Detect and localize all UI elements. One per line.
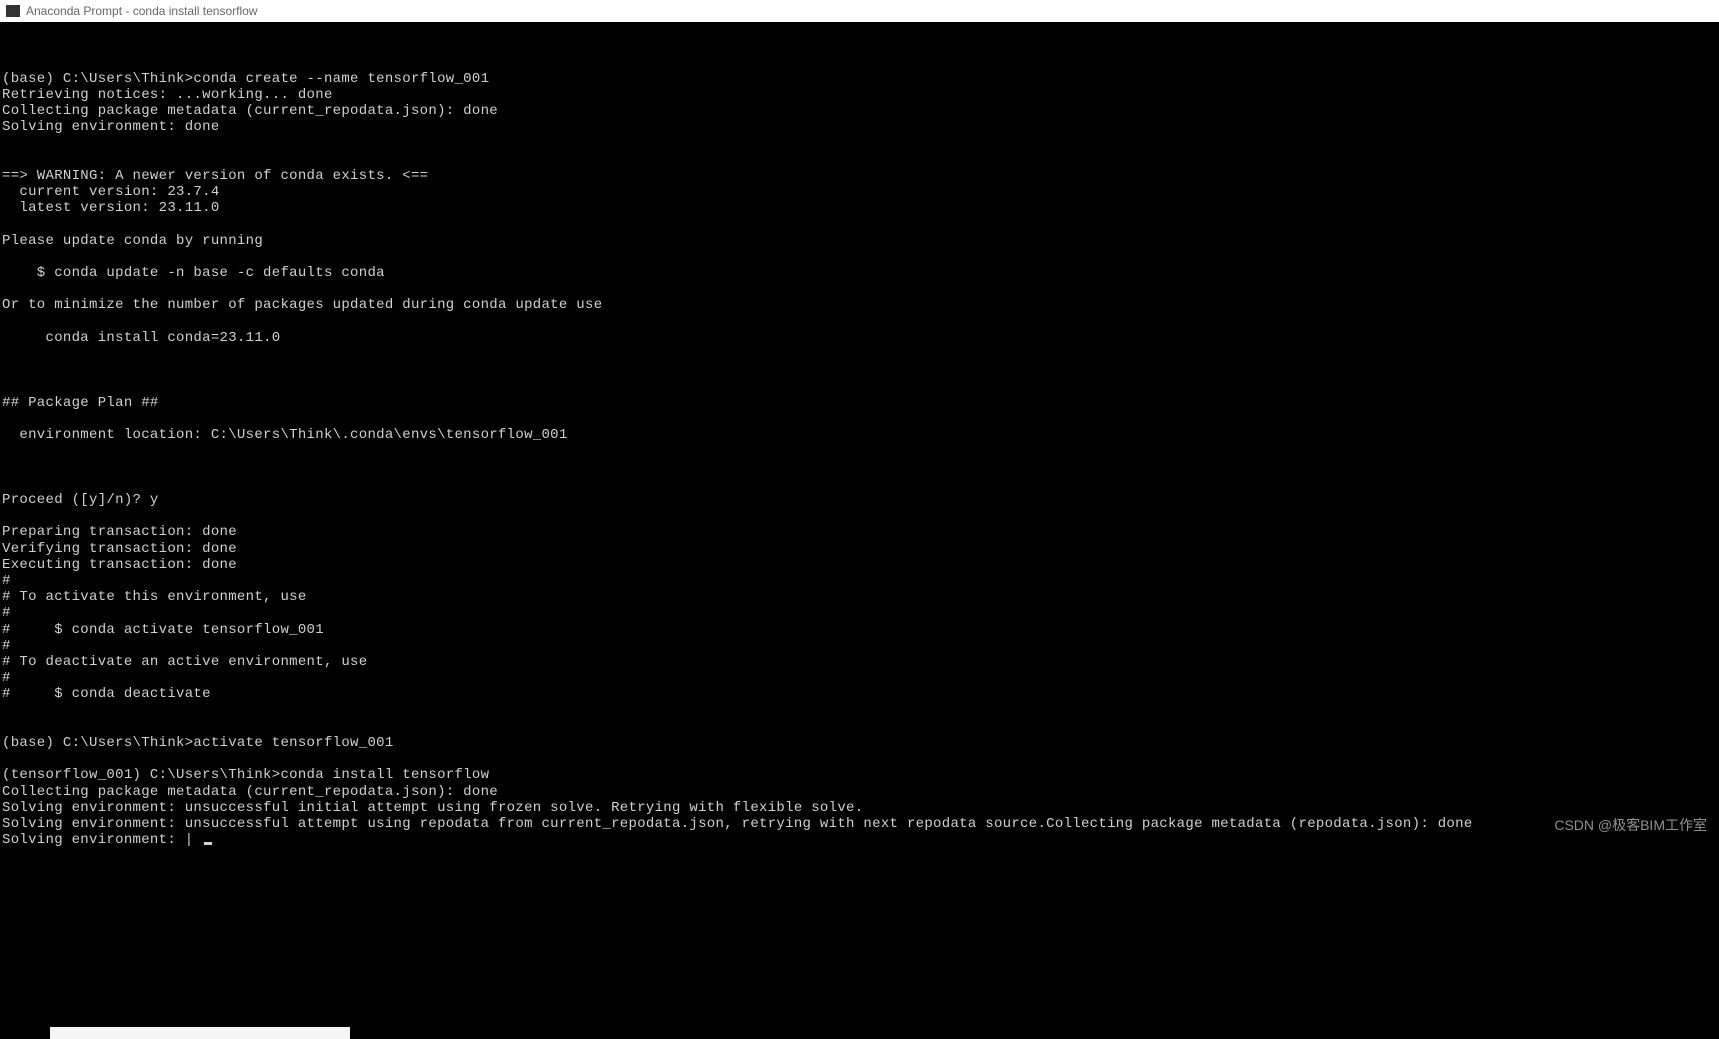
cursor (204, 842, 212, 845)
terminal-text: (base) C:\Users\Think>conda create --nam… (2, 54, 1719, 848)
terminal-output[interactable]: (base) C:\Users\Think>conda create --nam… (0, 22, 1719, 865)
app-icon (6, 5, 20, 17)
window-title: Anaconda Prompt - conda install tensorfl… (26, 4, 257, 18)
taskbar-item[interactable] (50, 1027, 350, 1039)
window-titlebar[interactable]: Anaconda Prompt - conda install tensorfl… (0, 0, 1719, 22)
taskbar[interactable] (0, 1027, 1719, 1039)
watermark: CSDN @极客BIM工作室 (1554, 815, 1707, 835)
